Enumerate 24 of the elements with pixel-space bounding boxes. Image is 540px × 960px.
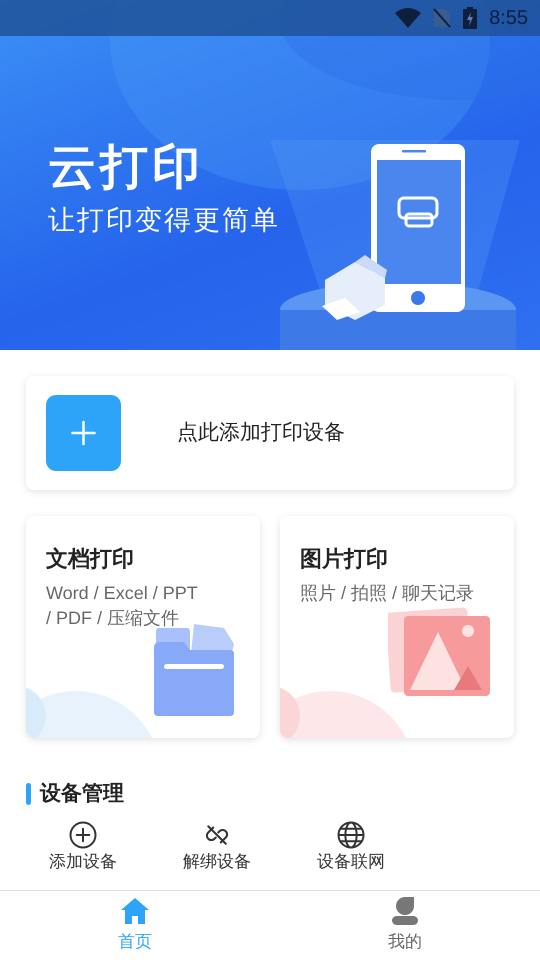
nav-tab[interactable]: 我的 [270, 891, 540, 960]
section-marker [26, 782, 31, 805]
device-action[interactable]: 添加设备 [16, 820, 150, 872]
plus-circle-icon [68, 820, 98, 850]
wifi-icon [395, 8, 422, 28]
plus-icon [46, 395, 121, 471]
print-card[interactable]: 文档打印 Word / Excel / PPT / PDF / 压缩文件 [26, 516, 260, 738]
person-icon [392, 896, 418, 925]
banner-subtitle: 让打印变得更简单 [48, 204, 281, 237]
device-action[interactable]: 解绑设备 [150, 820, 284, 872]
card-description: Word / Excel / PPT / PDF / 压缩文件 [45, 582, 199, 630]
card-title: 图片打印 [299, 545, 389, 573]
globe-icon [336, 820, 366, 850]
battery-icon [463, 7, 478, 29]
card-title: 文档打印 [45, 545, 135, 573]
section-title: 设备管理 [40, 781, 124, 807]
banner-title: 云打印 [48, 144, 205, 192]
device-action[interactable]: 设备联网 [284, 820, 418, 872]
card-description: 照片 / 拍照 / 聊天记录 [299, 582, 476, 605]
no-sim-icon [433, 8, 452, 28]
add-device-card[interactable]: 点此添加打印设备 [26, 376, 514, 490]
status-time: 8:55 [489, 6, 528, 31]
home-icon [120, 896, 150, 925]
print-card[interactable]: 图片打印 照片 / 拍照 / 聊天记录 [280, 516, 514, 738]
